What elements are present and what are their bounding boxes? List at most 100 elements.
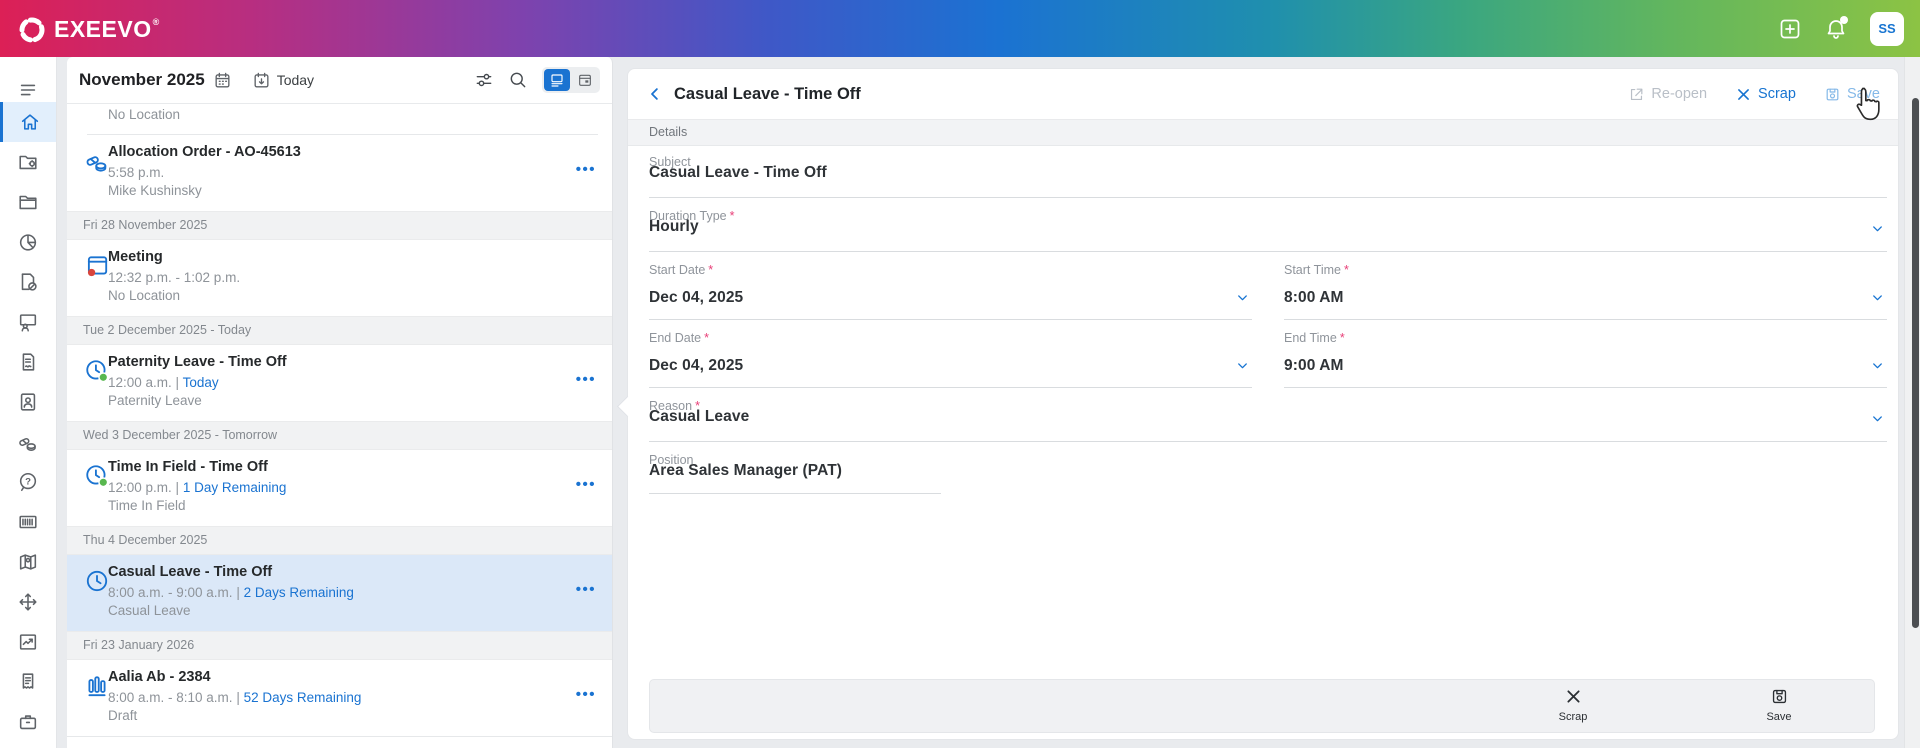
chevron-down-icon[interactable] (1235, 358, 1250, 373)
user-avatar[interactable]: SS (1870, 11, 1904, 46)
field-value: Dec 04, 2025 (649, 289, 744, 306)
sidebar-item-folder[interactable] (0, 182, 56, 222)
sidebar-item-map[interactable] (0, 542, 56, 582)
window-reddot-icon (84, 253, 110, 279)
filter-sliders-icon[interactable] (474, 70, 494, 90)
list-item[interactable]: Time In Field - Time Off 12:00 p.m. | 1 D… (67, 450, 612, 526)
item-time: 8:00 a.m. - 8:10 a.m. (108, 690, 233, 705)
list-item[interactable]: Aalia Ab - 2384 8:00 a.m. - 8:10 a.m. | 5… (67, 660, 612, 737)
required-asterisk: * (708, 263, 714, 277)
chevron-down-icon[interactable] (1870, 411, 1885, 426)
folder-gear-icon (17, 151, 39, 173)
field-reason[interactable]: Reason * Casual Leave (649, 388, 1887, 442)
scrollbar-track[interactable] (1904, 57, 1920, 748)
brand-logo: EXEEVO ® (16, 12, 159, 46)
today-label: Today (276, 72, 315, 88)
sidebar-item-document-signature[interactable] (0, 342, 56, 382)
tab-details[interactable]: Details (628, 120, 1898, 146)
sidebar-item-barcode[interactable] (0, 502, 56, 542)
search-icon[interactable] (508, 70, 528, 90)
calendar-view-toggle[interactable] (572, 69, 598, 91)
chevron-down-icon[interactable] (1870, 411, 1885, 426)
field-label: End Date * (649, 331, 709, 345)
sidebar-item-contact-card[interactable] (0, 382, 56, 422)
calendar-picker-icon[interactable] (213, 71, 232, 90)
re-open-button[interactable]: Re-open (1628, 86, 1707, 103)
field-subject[interactable]: Subject Casual Leave - Time Off (649, 144, 1887, 198)
clock-green-icon (84, 358, 110, 384)
chevron-down-icon[interactable] (1870, 221, 1885, 236)
sidebar-item-receipt[interactable] (0, 662, 56, 702)
field-position[interactable]: Position Area Sales Manager (PAT) (649, 442, 1887, 494)
field-value: Dec 04, 2025 (649, 357, 744, 374)
field-underline (649, 493, 941, 494)
detail-panel: Casual Leave - Time Off Re-open Scrap Save… (616, 68, 1899, 740)
chevron-down-icon[interactable] (1235, 290, 1250, 305)
item-subtitle: Casual Leave (108, 603, 191, 618)
item-more-menu[interactable]: ••• (576, 161, 596, 178)
chevron-down-icon[interactable] (1235, 290, 1250, 305)
field-end-date[interactable]: End Date * Dec 04, 2025 (649, 320, 1252, 388)
chevron-down-icon[interactable] (1870, 290, 1885, 305)
sidebar-item-move[interactable] (0, 582, 56, 622)
item-more-menu[interactable]: ••• (576, 371, 596, 388)
today-button[interactable]: Today (252, 71, 314, 90)
field-duration-type[interactable]: Duration Type * Hourly (649, 198, 1887, 252)
sidebar-item-chart[interactable] (0, 622, 56, 662)
sidebar-item-help[interactable]: ? (0, 462, 56, 502)
chevron-down-icon[interactable] (1870, 358, 1885, 373)
list-item[interactable]: Allocation Order - AO-45613 5:58 p.m. Mike… (67, 135, 612, 211)
item-title: Time In Field - Time Off (108, 459, 268, 475)
detail-title: Casual Leave - Time Off (674, 84, 861, 103)
field-start-time[interactable]: Start Time * 8:00 AM (1284, 252, 1887, 320)
sidebar-item-presentation[interactable] (0, 302, 56, 342)
chevron-down-icon[interactable] (1870, 358, 1885, 373)
item-more-menu[interactable]: ••• (576, 476, 596, 493)
item-subtitle: Draft (108, 708, 138, 723)
field-end-time[interactable]: End Time * 9:00 AM (1284, 320, 1887, 388)
item-status-link[interactable]: Today (183, 375, 219, 390)
list-item[interactable]: Casual Leave - Time Off 8:00 a.m. - 9:00 … (67, 555, 612, 631)
sidebar-item-home[interactable] (0, 102, 56, 142)
document-signature-icon (17, 351, 39, 373)
date-section-header: Fri 28 November 2025 (67, 211, 612, 240)
field-start-date[interactable]: Start Date * Dec 04, 2025 (649, 252, 1252, 320)
chevron-down-icon[interactable] (1870, 221, 1885, 236)
item-status-link[interactable]: 52 Days Remaining (244, 690, 362, 705)
footer-save-button[interactable]: Save (1751, 687, 1807, 723)
list-item[interactable]: Paternity Leave - Time Off 12:00 a.m. | T… (67, 345, 612, 421)
scrap-button[interactable]: Scrap (1735, 86, 1796, 103)
field-value: Casual Leave - Time Off (649, 164, 827, 181)
save-button[interactable]: Save (1824, 86, 1880, 103)
item-more-menu[interactable]: ••• (576, 686, 596, 703)
list-item[interactable]: Meeting 12:32 p.m. - 1:02 p.m. No Location (67, 240, 612, 316)
chevron-down-icon[interactable] (1235, 358, 1250, 373)
detail-header: Casual Leave - Time Off Re-open Scrap Save (628, 69, 1898, 120)
scrollbar-thumb[interactable] (1912, 98, 1919, 628)
top-app-bar: EXEEVO ® SS (0, 0, 1920, 57)
chevron-down-icon[interactable] (1870, 290, 1885, 305)
back-chevron-icon[interactable] (646, 85, 664, 103)
sidebar-item-document-edit[interactable] (0, 262, 56, 302)
presentation-icon (17, 311, 39, 333)
item-more-menu[interactable]: ••• (576, 581, 596, 598)
item-subtitle: Paternity Leave (108, 393, 202, 408)
pills-icon (84, 148, 110, 174)
floppy-icon (1770, 687, 1789, 706)
item-title: Paternity Leave - Time Off (108, 354, 287, 370)
add-icon[interactable] (1778, 17, 1802, 41)
footer-scrap-button[interactable]: Scrap (1545, 687, 1601, 723)
sidebar-item-pie-chart[interactable] (0, 222, 56, 262)
map-icon (17, 551, 39, 573)
agenda-view-toggle[interactable] (544, 69, 570, 91)
receipt-icon (17, 671, 39, 693)
clock-green-icon (84, 463, 110, 489)
list-item-partial[interactable]: No Location (67, 103, 612, 135)
sidebar-item-folder-gear[interactable] (0, 142, 56, 182)
sidebar-item-briefcase[interactable] (0, 702, 56, 742)
sidebar-item-medication[interactable] (0, 422, 56, 462)
notifications-bell-icon[interactable] (1824, 15, 1848, 41)
item-status-link[interactable]: 2 Days Remaining (244, 585, 354, 600)
item-status-link[interactable]: 1 Day Remaining (183, 480, 287, 495)
item-subtitle: Time In Field (108, 498, 186, 513)
